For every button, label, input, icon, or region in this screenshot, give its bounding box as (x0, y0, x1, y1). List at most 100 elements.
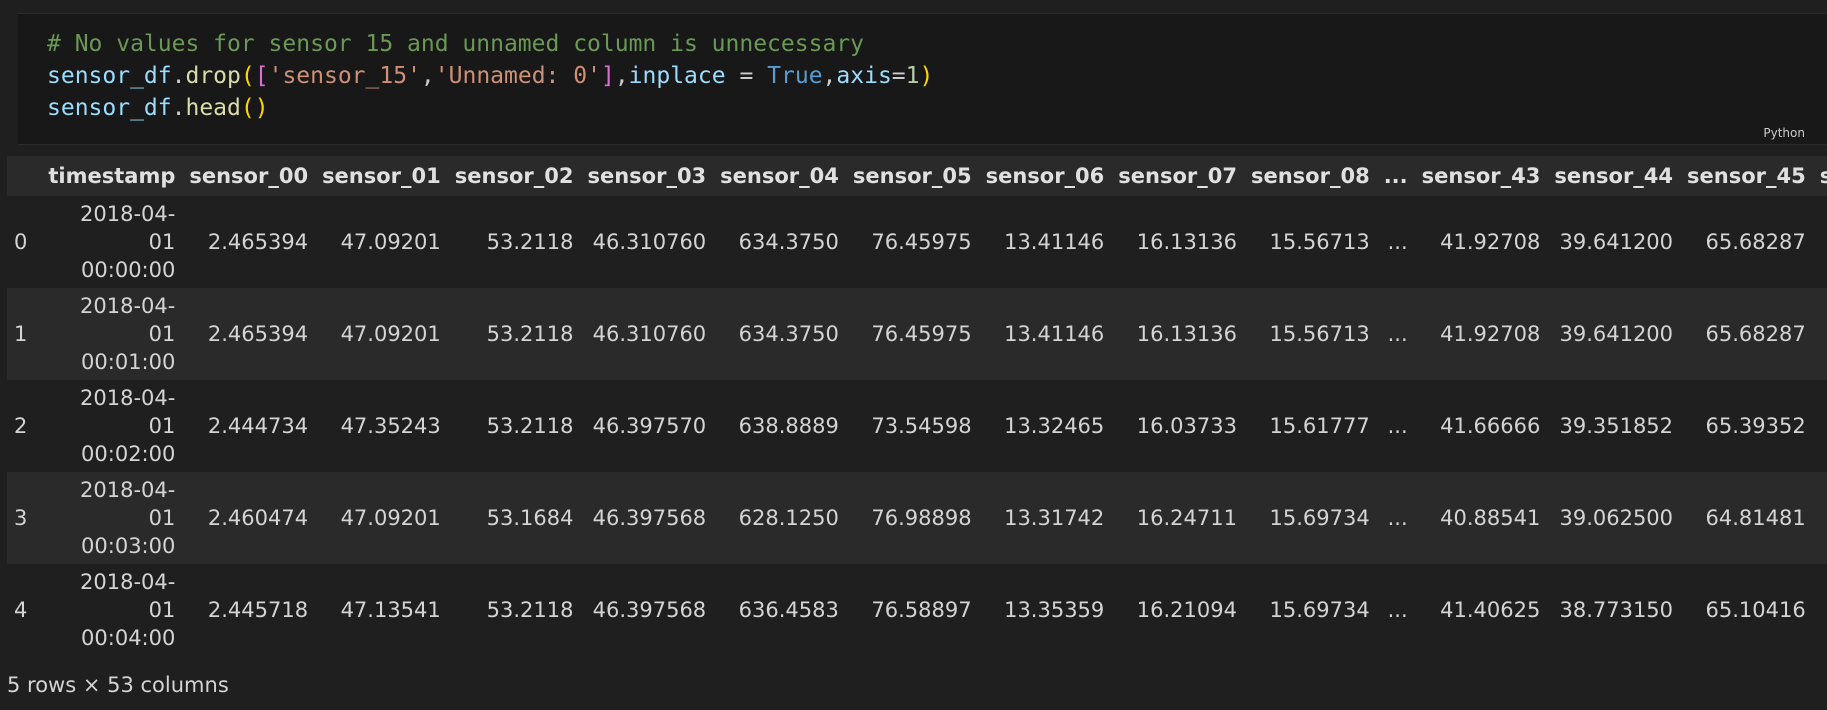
table-row: 4 2018-04- 01 00:04:00 2.445718 47.13541 53.21… (7, 564, 1827, 656)
code-token-brace2: ] (600, 63, 615, 89)
table-cell: 15.61777 (1269, 414, 1370, 438)
timestamp-part: 01 (148, 598, 176, 622)
dataframe-table: timestamp sensor_00 sensor_01 sensor_02 sens… (7, 156, 1827, 656)
code-editor[interactable]: # No values for sensor 15 and unnamed co… (18, 13, 1827, 145)
table-cell: 636.4583 (738, 598, 839, 622)
table-cell: 2.465394 (207, 322, 309, 346)
table-cell: 53.2118 (486, 414, 574, 438)
timestamp-part: 00:00:00 (81, 258, 176, 282)
column-header: sensor_08 (1250, 164, 1370, 188)
table-cell: 76.58897 (871, 598, 972, 622)
table-row: 2 2018-04- 01 00:02:00 2.444734 47.35243 53.21… (7, 380, 1827, 472)
table-cell: ... (1387, 414, 1408, 438)
table-cell: 53.2118 (486, 598, 574, 622)
table-cell: 46.310760 (592, 230, 707, 254)
table-cell: 47.13541 (340, 598, 441, 622)
table-cell: 53.1684 (486, 506, 574, 530)
code-token-var: sensor_df (47, 95, 172, 121)
table-cell: 47.09201 (340, 322, 441, 346)
timestamp-cell: 2018-04- 01 00:00:00 (41, 196, 182, 288)
table-cell: 76.45975 (871, 322, 972, 346)
table-cell: 51.21528 (1813, 380, 1827, 472)
column-header: sensor_44 (1554, 164, 1674, 188)
timestamp-part: 2018-04- (80, 294, 176, 318)
table-cell: 2.444734 (207, 414, 309, 438)
code-token-plain: , (822, 63, 837, 89)
table-cell: 46.397568 (592, 598, 707, 622)
table-cell: 41.66666 (1440, 414, 1541, 438)
table-cell: 65.68287 (1705, 230, 1806, 254)
table-row: 1 2018-04- 01 00:01:00 2.465394 47.09201 53.21… (7, 288, 1827, 380)
table-cell: 16.03733 (1136, 414, 1237, 438)
column-header: sensor_02 (454, 164, 574, 188)
timestamp-cell: 2018-04- 01 00:04:00 (41, 564, 182, 656)
code-token-string: 'sensor_15' (268, 63, 421, 89)
table-cell: 13.35359 (1004, 598, 1105, 622)
code-lines[interactable]: # No values for sensor 15 and unnamed co… (47, 28, 933, 124)
code-token-plain: = (725, 63, 768, 89)
row-index: 0 (14, 230, 28, 254)
table-cell: 73.54598 (871, 414, 972, 438)
code-token-plain: . (171, 63, 186, 89)
code-line[interactable]: sensor_df.head() (47, 92, 933, 124)
code-line[interactable]: sensor_df.drop(['sensor_15','Unnamed: 0'… (47, 60, 933, 92)
table-cell: 53.2118 (486, 230, 574, 254)
table-cell: 47.09201 (340, 230, 441, 254)
table-cell: 50.92593 (1813, 196, 1827, 288)
table-cell: 40.88541 (1440, 506, 1541, 530)
timestamp-part: 01 (148, 506, 176, 530)
timestamp-cell: 2018-04- 01 00:01:00 (41, 288, 182, 380)
table-cell: 65.39352 (1705, 414, 1806, 438)
table-cell: 16.24711 (1136, 506, 1237, 530)
notebook-cell: # No values for sensor 15 and unnamed co… (0, 0, 1827, 710)
table-cell: 2.460474 (207, 506, 309, 530)
column-header: sensor_06 (985, 164, 1105, 188)
table-cell: 76.45975 (871, 230, 972, 254)
table-cell: 47.35243 (340, 414, 441, 438)
table-cell: 41.92708 (1440, 230, 1541, 254)
table-cell: 13.32465 (1004, 414, 1105, 438)
table-cell: 2.465394 (207, 230, 309, 254)
table-cell: 46.310760 (592, 322, 707, 346)
column-header: sensor_07 (1118, 164, 1237, 188)
table-cell: 51.21528 (1813, 472, 1827, 564)
timestamp-part: 01 (148, 322, 176, 346)
column-header: sensor_04 (720, 164, 839, 188)
column-header: timestamp (48, 164, 176, 188)
code-token-comment: # No values for sensor 15 and unnamed co… (47, 31, 864, 57)
table-cell: 634.3750 (738, 230, 839, 254)
table-cell: 46.397568 (592, 506, 707, 530)
table-cell: 64.81481 (1705, 506, 1806, 530)
table-cell: ... (1387, 322, 1408, 346)
table-cell: 13.41146 (1004, 230, 1105, 254)
table-cell: 65.68287 (1705, 322, 1806, 346)
timestamp-part: 2018-04- (80, 570, 176, 594)
language-label[interactable]: Python (1763, 126, 1805, 140)
code-token-num: 1 (905, 63, 920, 89)
table-cell: 16.13136 (1136, 230, 1237, 254)
timestamp-part: 00:01:00 (81, 350, 176, 374)
table-cell: 38.773150 (1559, 598, 1674, 622)
column-header: sensor_00 (189, 164, 309, 188)
table-cell: 65.10416 (1705, 598, 1806, 622)
table-cell: 16.21094 (1136, 598, 1237, 622)
row-index: 2 (14, 414, 28, 438)
code-token-plain: , (614, 63, 629, 89)
table-cell: ... (1387, 598, 1408, 622)
code-token-plain: = (891, 63, 906, 89)
table-cell: 39.351852 (1559, 414, 1674, 438)
timestamp-cell: 2018-04- 01 00:02:00 (41, 380, 182, 472)
code-line[interactable]: # No values for sensor 15 and unnamed co… (47, 28, 933, 60)
table-cell: 47.09201 (340, 506, 441, 530)
code-token-brace1: () (240, 95, 269, 121)
column-header: ... (1383, 164, 1408, 188)
code-token-plain: , (420, 63, 435, 89)
timestamp-part: 2018-04- (80, 386, 176, 410)
code-token-const: True (767, 63, 823, 89)
table-cell: 50.92593 (1813, 288, 1827, 380)
table-cell: 39.062500 (1559, 506, 1674, 530)
code-token-func: head (185, 95, 241, 121)
code-token-brace1: ) (919, 63, 934, 89)
column-header: sensor_01 (322, 164, 441, 188)
table-cell: ... (1387, 506, 1408, 530)
